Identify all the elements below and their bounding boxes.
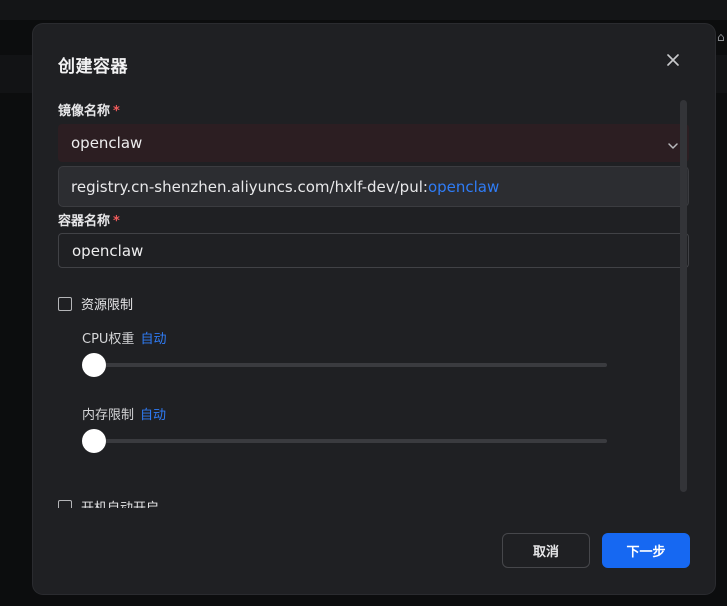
cpu-weight-slider[interactable] [82,353,607,377]
memory-limit-label-text: 内存限制 [82,408,135,423]
memory-limit-slider-thumb[interactable] [82,429,106,453]
required-mark: * [113,104,120,119]
dialog-title: 创建容器 [58,57,128,77]
cpu-weight-label: CPU权重 自动 [82,328,166,347]
memory-limit-slider-track [82,439,607,443]
image-name-label: 镜像名称 * [58,100,120,119]
next-step-button[interactable]: 下一步 [602,533,690,568]
memory-limit-slider[interactable] [82,429,607,453]
resource-limit-label: 资源限制 [81,298,134,313]
auto-start-label: 开机自动开启 [81,497,159,508]
cpu-weight-slider-thumb[interactable] [82,353,106,377]
image-suggestion-option[interactable]: registry.cn-shenzhen.aliyuncs.com/hxlf-d… [71,178,499,196]
container-name-value: openclaw [72,242,144,260]
background-corner-icon: ⌂ [717,30,725,44]
form-scrollbar[interactable] [680,100,687,492]
image-name-value: openclaw [71,134,143,152]
background-header-strip [0,0,727,20]
resource-limit-checkbox[interactable] [58,296,72,311]
chevron-down-icon [667,137,679,149]
auto-start-row: 开机自动开启 [58,497,159,508]
container-name-label-text: 容器名称 [58,214,111,229]
cancel-button[interactable]: 取消 [502,533,590,568]
image-name-label-text: 镜像名称 [58,104,111,119]
cpu-weight-label-text: CPU权重 [82,332,135,347]
suggestion-prefix: registry.cn-shenzhen.aliyuncs.com/hxlf-d… [71,178,428,196]
close-button[interactable] [667,54,685,72]
required-mark: * [113,214,120,229]
suggestion-match: openclaw [427,178,500,196]
auto-start-checkbox[interactable] [58,499,72,508]
close-icon [667,54,679,66]
memory-limit-label: 内存限制 自动 [82,404,166,423]
cpu-weight-auto[interactable]: 自动 [140,332,166,347]
image-suggestion-dropdown: registry.cn-shenzhen.aliyuncs.com/hxlf-d… [58,166,689,207]
container-name-input[interactable]: openclaw [58,233,689,268]
cpu-weight-slider-track [82,363,607,367]
create-container-dialog: 创建容器 镜像名称 * openclaw registry.cn-shenzhen… [33,24,715,594]
form-scroll-area: 镜像名称 * openclaw registry.cn-shenzhen.aliy… [58,100,690,508]
memory-limit-auto[interactable]: 自动 [140,408,166,423]
container-name-label: 容器名称 * [58,210,120,229]
image-name-select[interactable]: openclaw [58,124,689,162]
resource-limit-row: 资源限制 [58,294,133,313]
